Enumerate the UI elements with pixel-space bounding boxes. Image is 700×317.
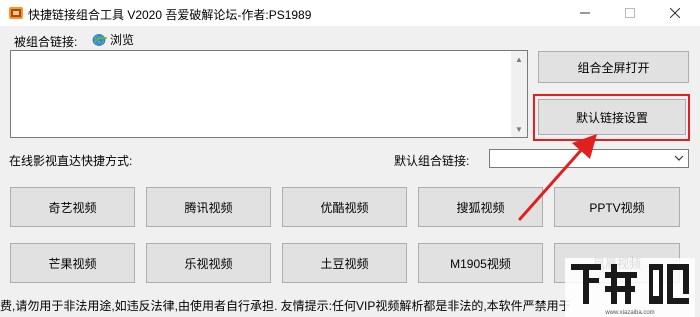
- watermark-logo: www.xiazaiba.com: [565, 258, 695, 317]
- svg-text:www.xiazaiba.com: www.xiazaiba.com: [604, 310, 654, 316]
- chevron-down-icon: [674, 155, 684, 161]
- globe-icon: [92, 33, 108, 46]
- tudou-video-button[interactable]: 土豆视频: [282, 243, 407, 283]
- minimize-button[interactable]: [562, 0, 608, 26]
- maximize-button[interactable]: [607, 0, 653, 26]
- footer-text: 费,请勿用于非法用途,如违反法律,由使用者自行承担. 友情提示:任何VIP视频解…: [0, 299, 571, 313]
- letv-video-button[interactable]: 乐视视频: [146, 243, 271, 283]
- pptv-video-button[interactable]: PPTV视频: [554, 187, 680, 227]
- title-bar: 快捷链接组合工具 V2020 吾爱破解论坛-作者:PS1989: [0, 0, 700, 26]
- maximize-icon: [625, 8, 635, 18]
- combine-fullscreen-button[interactable]: 组合全屏打开: [538, 51, 689, 83]
- default-combo-label: 默认组合链接:: [394, 154, 470, 168]
- app-icon: [9, 7, 23, 19]
- highlight-box: [533, 94, 690, 141]
- browse-label: 浏览: [110, 33, 135, 47]
- close-icon: [670, 8, 680, 18]
- scroll-down-icon[interactable]: ▼: [511, 121, 527, 137]
- default-combo-select[interactable]: [489, 149, 689, 168]
- youku-video-button[interactable]: 优酷视频: [282, 187, 407, 227]
- close-button[interactable]: [652, 0, 698, 26]
- tencent-video-button[interactable]: 腾讯视频: [146, 187, 271, 227]
- textarea-scrollbar[interactable]: ▲ ▼: [511, 51, 527, 137]
- sohu-video-button[interactable]: 搜狐视频: [418, 187, 543, 227]
- links-label: 被组合链接:: [14, 35, 78, 49]
- window-title: 快捷链接组合工具 V2020 吾爱破解论坛-作者:PS1989: [28, 8, 312, 22]
- minimize-icon: [580, 12, 590, 14]
- links-textarea[interactable]: ▲ ▼: [10, 50, 528, 138]
- m1905-video-button[interactable]: M1905视频: [418, 243, 543, 283]
- browse-button[interactable]: 浏览: [92, 31, 134, 48]
- scroll-up-icon[interactable]: ▲: [511, 51, 527, 67]
- quick-access-label: 在线影视直达快捷方式:: [9, 154, 133, 168]
- mango-video-button[interactable]: 芒果视频: [10, 243, 135, 283]
- qiyi-video-button[interactable]: 奇艺视频: [10, 187, 135, 227]
